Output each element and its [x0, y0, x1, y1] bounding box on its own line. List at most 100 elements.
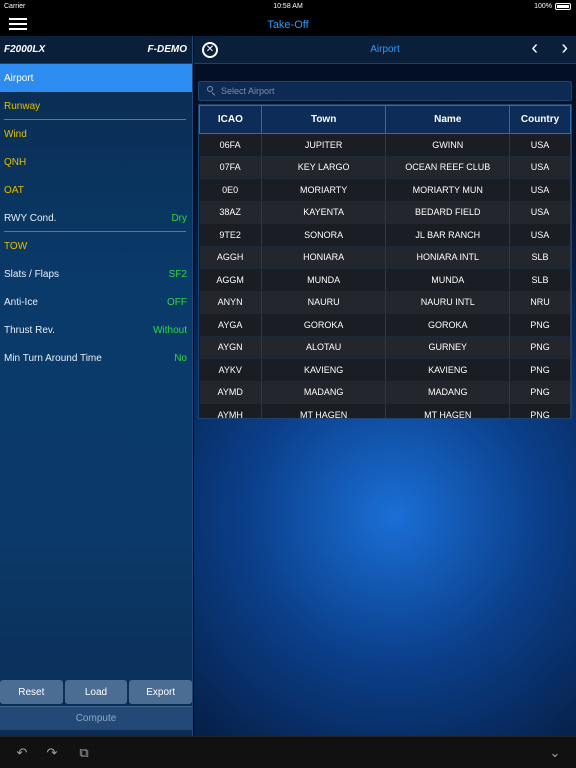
cell-town: HONIARA — [261, 246, 387, 269]
cell-icao: AYGN — [199, 336, 262, 359]
column-header-country[interactable]: Country — [509, 105, 571, 134]
table-row[interactable]: AYMD MADANG MADANG PNG — [199, 381, 571, 404]
cell-town: MORIARTY — [261, 178, 387, 202]
cell-icao: 07FA — [199, 156, 262, 179]
load-button[interactable]: Load — [64, 680, 128, 704]
cell-country: SLB — [509, 246, 571, 269]
table-row[interactable]: AYKV KAVIENG KAVIENG PNG — [199, 358, 571, 382]
cell-icao: ANYN — [199, 291, 262, 314]
chevron-down-icon[interactable]: ⌄ — [547, 745, 563, 761]
redo-icon[interactable]: ↷ — [44, 745, 60, 761]
param-label: Anti-Ice — [4, 296, 38, 308]
chevron-left-icon[interactable]: ‹ — [531, 38, 538, 58]
param-label: QNH — [4, 156, 27, 168]
cell-country: USA — [509, 178, 571, 202]
undo-icon[interactable]: ↶ — [14, 745, 30, 761]
nav-bar: Take-Off — [0, 14, 576, 36]
param-label: Wind — [4, 128, 27, 140]
copy-icon[interactable]: ⧉ — [76, 745, 92, 761]
param-tow[interactable]: TOW — [0, 232, 192, 260]
panel-title: Airport — [370, 44, 400, 55]
action-area: Reset Load Export Compute — [0, 680, 193, 736]
cell-name: BEDARD FIELD — [385, 201, 511, 224]
param-slats-flaps[interactable]: Slats / Flaps SF2 — [0, 260, 192, 288]
param-label: Thrust Rev. — [4, 324, 55, 336]
param-thrust-rev[interactable]: Thrust Rev. Without — [0, 316, 192, 344]
cell-icao: 0E0 — [199, 178, 262, 202]
table-row[interactable]: AGGM MUNDA MUNDA SLB — [199, 268, 571, 292]
compute-button[interactable]: Compute — [0, 706, 192, 730]
param-value: No — [174, 352, 187, 364]
battery-icon — [555, 3, 571, 10]
cell-icao: AYMH — [199, 403, 262, 418]
cell-country: USA — [509, 223, 571, 247]
table-row[interactable]: AYGN ALOTAU GURNEY PNG — [199, 336, 571, 359]
table-row[interactable]: 38AZ KAYENTA BEDARD FIELD USA — [199, 201, 571, 224]
search-box — [198, 81, 572, 101]
cell-name: OCEAN REEF CLUB — [385, 156, 511, 179]
param-min-turn-around[interactable]: Min Turn Around Time No — [0, 344, 192, 372]
cell-name: JL BAR RANCH — [385, 223, 511, 247]
param-label: Min Turn Around Time — [4, 352, 102, 364]
parameters-panel: F2000LX F-DEMO Airport Runway Wind QNH O… — [0, 36, 193, 736]
table-row[interactable]: 0E0 MORIARTY MORIARTY MUN USA — [199, 178, 571, 202]
airport-header: ✕ Airport ‹ › — [194, 36, 576, 64]
cell-name: NAURU INTL — [385, 291, 511, 314]
cell-town: SONORA — [261, 223, 387, 247]
table-row[interactable]: ANYN NAURU NAURU INTL NRU — [199, 291, 571, 314]
cell-icao: 38AZ — [199, 201, 262, 224]
cell-icao: AYKV — [199, 358, 262, 382]
cell-town: KAYENTA — [261, 201, 387, 224]
cell-town: KAVIENG — [261, 358, 387, 382]
cell-town: KEY LARGO — [261, 156, 387, 179]
param-rwy-cond[interactable]: RWY Cond. Dry — [0, 204, 192, 232]
param-label: Runway — [4, 100, 41, 112]
page-title: Take-Off — [267, 19, 309, 31]
param-wind[interactable]: Wind — [0, 120, 192, 148]
cell-name: GWINN — [385, 133, 511, 157]
column-header-town[interactable]: Town — [260, 105, 387, 134]
table-row[interactable]: AGGH HONIARA HONIARA INTL SLB — [199, 246, 571, 269]
param-oat[interactable]: OAT — [0, 176, 192, 204]
airport-table: ICAO Town Name Country 06FA JUPITER GWINN U… — [199, 105, 571, 418]
param-airport[interactable]: Airport — [0, 64, 192, 92]
cell-icao: 06FA — [199, 133, 262, 157]
cell-country: USA — [509, 156, 571, 179]
table-row[interactable]: 07FA KEY LARGO OCEAN REEF CLUB USA — [199, 156, 571, 179]
search-input[interactable] — [221, 82, 571, 100]
aircraft-type: F2000LX — [4, 44, 46, 55]
param-runway[interactable]: Runway — [0, 92, 192, 120]
chevron-right-icon[interactable]: › — [561, 38, 568, 58]
table-row[interactable]: 06FA JUPITER GWINN USA — [199, 133, 571, 157]
column-header-name[interactable]: Name — [385, 105, 511, 134]
cell-country: PNG — [509, 381, 571, 404]
reset-button[interactable]: Reset — [0, 680, 63, 704]
table-header-row: ICAO Town Name Country — [199, 105, 571, 134]
param-qnh[interactable]: QNH — [0, 148, 192, 176]
cell-name: KAVIENG — [385, 358, 511, 382]
battery-status: 100% — [534, 3, 571, 10]
airport-selection-panel: ✕ Airport ‹ › ICAO Town Name Country 06F… — [194, 36, 576, 736]
param-value: SF2 — [168, 268, 187, 280]
button-row: Reset Load Export — [0, 680, 193, 704]
cell-town: MT HAGEN — [261, 403, 387, 418]
export-button[interactable]: Export — [129, 680, 193, 704]
param-label: Slats / Flaps — [4, 268, 60, 280]
cell-icao: 9TE2 — [199, 223, 262, 247]
table-row[interactable]: AYMH MT HAGEN MT HAGEN PNG — [199, 403, 571, 418]
column-header-icao[interactable]: ICAO — [199, 105, 262, 134]
param-value: Without — [153, 324, 187, 336]
airport-table-container[interactable]: ICAO Town Name Country 06FA JUPITER GWINN U… — [198, 104, 572, 419]
cell-name: HONIARA INTL — [385, 246, 511, 269]
cell-town: GOROKA — [261, 313, 387, 337]
cell-country: USA — [509, 133, 571, 157]
param-anti-ice[interactable]: Anti-Ice OFF — [0, 288, 192, 316]
battery-percent: 100% — [534, 3, 552, 10]
cell-country: SLB — [509, 268, 571, 292]
cell-country: PNG — [509, 358, 571, 382]
cell-name: MUNDA — [385, 268, 511, 292]
table-row[interactable]: AYGA GOROKA GOROKA PNG — [199, 313, 571, 337]
table-row[interactable]: 9TE2 SONORA JL BAR RANCH USA — [199, 223, 571, 247]
cell-town: ALOTAU — [261, 336, 387, 359]
cell-name: GURNEY — [385, 336, 511, 359]
